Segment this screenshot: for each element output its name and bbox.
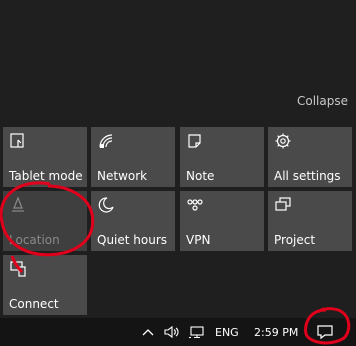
network-tray-button[interactable]: [188, 318, 206, 346]
tile-all-settings[interactable]: All settings: [268, 127, 352, 187]
vpn-icon: [187, 199, 203, 211]
action-center-panel: Collapse Tablet mode Network Note All se…: [0, 0, 356, 318]
tile-label: Network: [97, 169, 148, 183]
tile-label: Location: [9, 233, 60, 247]
tile-network[interactable]: Network: [91, 127, 175, 187]
connect-icon: [10, 261, 26, 277]
show-hidden-icons-button[interactable]: [141, 318, 155, 346]
volume-icon: [164, 325, 179, 339]
tile-label: Connect: [9, 297, 59, 311]
clock[interactable]: 2:59 PM: [254, 318, 298, 346]
tile-label: All settings: [274, 169, 341, 183]
tile-label: Note: [186, 169, 215, 183]
input-language-button[interactable]: ENG: [215, 318, 239, 346]
network-monitor-icon: [189, 326, 204, 339]
note-icon: [188, 134, 201, 148]
moon-icon: [98, 197, 114, 213]
volume-button[interactable]: [163, 318, 181, 346]
tile-tablet-mode[interactable]: Tablet mode: [3, 127, 87, 187]
tablet-mode-icon: [10, 133, 24, 148]
tile-label: Quiet hours: [97, 233, 168, 247]
action-center-button[interactable]: [316, 318, 334, 346]
location-icon: [12, 196, 24, 212]
chevron-up-icon: [142, 329, 154, 336]
tile-vpn[interactable]: VPN: [180, 191, 264, 251]
tile-label: Project: [274, 233, 316, 247]
taskbar: ENG 2:59 PM: [0, 318, 356, 346]
tile-label: VPN: [186, 233, 211, 247]
tile-note[interactable]: Note: [180, 127, 264, 187]
project-icon: [275, 197, 291, 211]
gear-icon: [275, 133, 291, 149]
tile-project[interactable]: Project: [268, 191, 352, 251]
tile-location[interactable]: Location: [3, 191, 87, 251]
tile-label: Tablet mode: [9, 169, 83, 183]
action-center-icon: [317, 325, 333, 340]
network-icon: [99, 134, 113, 148]
tile-connect[interactable]: Connect: [3, 255, 87, 315]
collapse-link[interactable]: Collapse: [297, 94, 348, 108]
tile-quiet-hours[interactable]: Quiet hours: [91, 191, 175, 251]
